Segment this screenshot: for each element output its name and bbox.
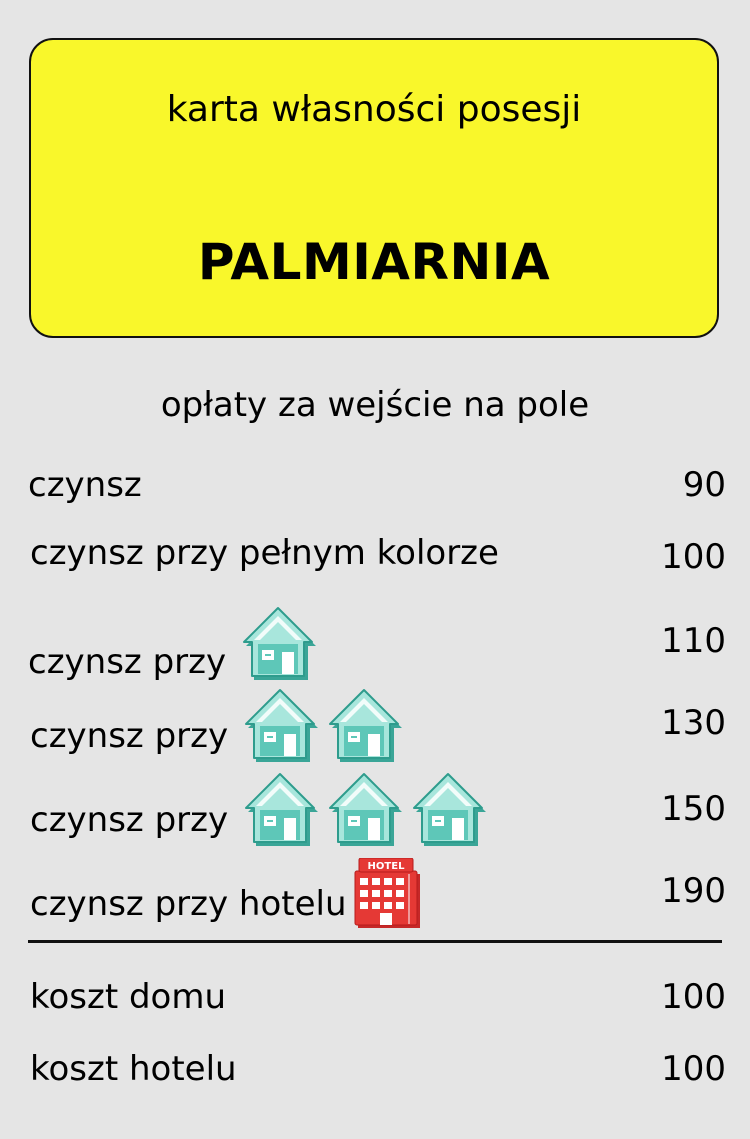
fees-heading: opłaty za wejście na pole <box>160 385 590 425</box>
rent-1-house-label: czynsz przy <box>28 642 227 682</box>
rent-3-houses-value: 150 <box>661 789 726 829</box>
house-icon <box>408 770 488 858</box>
rent-2-houses-label: czynsz przy <box>30 716 229 756</box>
rent-1-house-value: 110 <box>661 621 726 661</box>
house-icon <box>324 686 404 774</box>
house-icon <box>240 770 320 858</box>
property-name: PALMIARNIA <box>197 233 551 291</box>
rent-3-houses-label: czynsz przy <box>30 800 229 840</box>
property-card-header: karta własności posesji PALMIARNIA <box>29 38 719 338</box>
rent-2-houses-value: 130 <box>661 703 726 743</box>
house-icon <box>240 686 320 774</box>
hotel-sign-text: HOTEL <box>367 861 405 872</box>
rent-hotel-value: 190 <box>661 871 726 911</box>
hotel-cost-label: koszt hotelu <box>30 1049 237 1089</box>
rent-full-color-label: czynsz przy pełnym kolorze <box>30 533 499 573</box>
house-cost-value: 100 <box>661 977 726 1017</box>
card-subtitle: karta własności posesji <box>166 89 582 130</box>
divider <box>28 940 722 943</box>
hotel-cost-value: 100 <box>661 1049 726 1089</box>
rent-value: 90 <box>682 465 726 505</box>
house-icon <box>238 604 318 692</box>
house-icons <box>240 686 404 774</box>
house-icons <box>238 604 318 692</box>
house-icon <box>324 770 404 858</box>
rent-label: czynsz <box>28 465 142 505</box>
house-icons <box>240 770 488 858</box>
house-cost-label: koszt domu <box>30 977 227 1017</box>
rent-hotel-label: czynsz przy hotelu <box>30 884 347 924</box>
hotel-icon: HOTEL <box>351 857 425 942</box>
rent-full-color-value: 100 <box>661 537 726 577</box>
